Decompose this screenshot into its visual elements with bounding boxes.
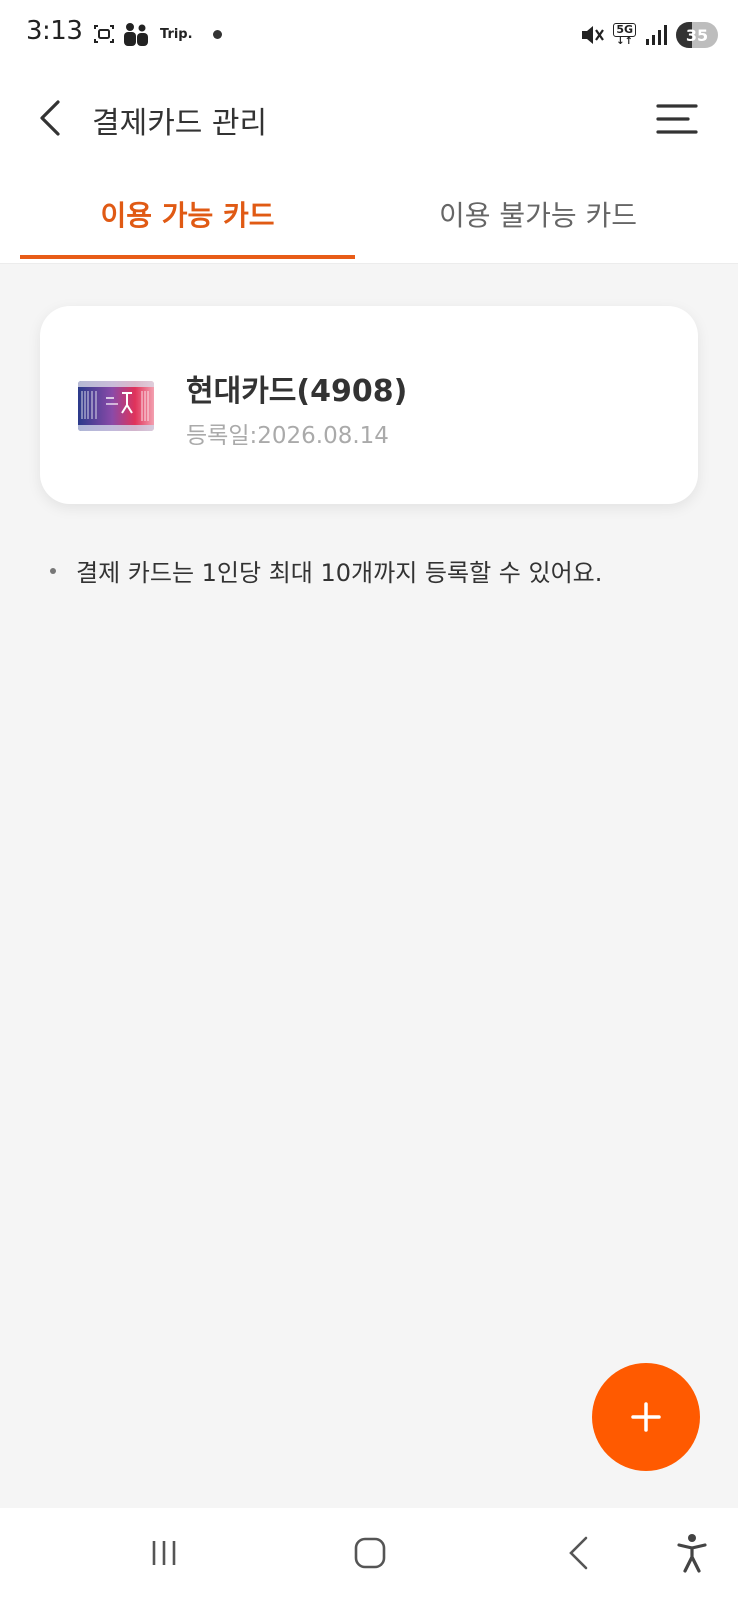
card-image bbox=[78, 381, 154, 431]
system-navigation-bar bbox=[0, 1508, 738, 1600]
mute-icon bbox=[582, 26, 605, 44]
hamburger-menu-icon bbox=[656, 104, 698, 134]
page-title: 결제카드 관리 bbox=[92, 106, 268, 141]
trip-app-icon: Trip. bbox=[160, 26, 193, 42]
recent-apps-button[interactable] bbox=[146, 1530, 182, 1576]
screenshot-icon bbox=[94, 25, 114, 43]
status-notification-icons: Trip. bbox=[92, 20, 222, 48]
card-registered-date: 등록일:2026.08.14 bbox=[186, 423, 389, 449]
accessibility-button[interactable] bbox=[674, 1530, 710, 1576]
active-tab-indicator bbox=[20, 255, 355, 259]
status-time: 3:13 bbox=[26, 16, 83, 46]
plus-icon bbox=[631, 1402, 661, 1432]
home-button[interactable] bbox=[352, 1530, 388, 1576]
notice-text: 결제 카드는 1인당 최대 10개까지 등록할 수 있어요. bbox=[76, 559, 603, 587]
bullet-icon bbox=[50, 567, 56, 574]
chevron-left-icon bbox=[40, 100, 60, 136]
tab-unavailable-cards[interactable]: 이용 불가능 카드 bbox=[360, 164, 716, 264]
home-icon bbox=[354, 1537, 386, 1569]
recent-apps-icon bbox=[152, 1541, 176, 1565]
people-icon bbox=[124, 23, 148, 46]
battery-level: 35 bbox=[685, 25, 709, 45]
status-bar: 3:13 Trip. 5G ↓↑ 35 bbox=[0, 0, 738, 72]
back-chevron-icon bbox=[569, 1536, 588, 1570]
menu-button[interactable] bbox=[654, 100, 700, 138]
status-system-icons: 5G ↓↑ 35 bbox=[579, 20, 718, 50]
card-name: 현대카드(4908) bbox=[186, 374, 408, 409]
back-button[interactable] bbox=[30, 96, 70, 140]
tab-available-cards[interactable]: 이용 가능 카드 bbox=[20, 164, 355, 264]
accessibility-icon bbox=[677, 1534, 707, 1573]
more-notifications-dot bbox=[212, 29, 222, 39]
add-card-button[interactable] bbox=[592, 1363, 700, 1471]
app-header: 결제카드 관리 bbox=[0, 72, 738, 164]
payment-card-item[interactable]: 현대카드(4908) 등록일:2026.08.14 bbox=[40, 306, 698, 504]
battery-icon: 35 bbox=[676, 22, 718, 48]
system-back-button[interactable] bbox=[562, 1530, 594, 1576]
network-5g-icon: 5G ↓↑ bbox=[613, 23, 636, 47]
payment-card-screen: 3:13 Trip. 5G ↓↑ 35 결제카드 관리 이용 가능 카드 이용 … bbox=[0, 0, 738, 1600]
card-limit-notice: 결제 카드는 1인당 최대 10개까지 등록할 수 있어요. bbox=[50, 553, 602, 588]
signal-icon bbox=[646, 25, 667, 45]
card-tabs: 이용 가능 카드 이용 불가능 카드 bbox=[0, 164, 738, 264]
